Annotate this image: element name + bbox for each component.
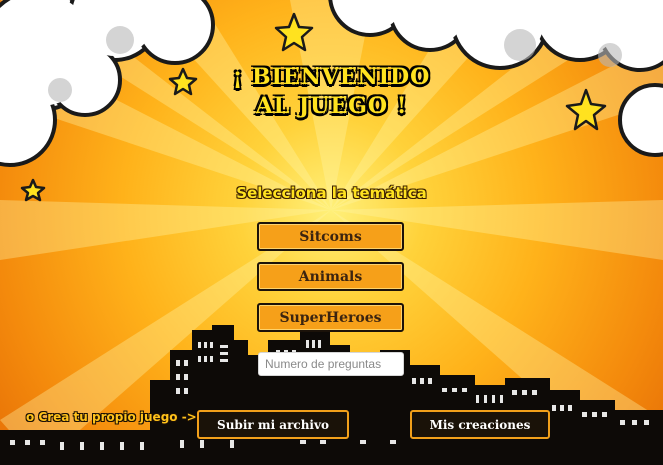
create-own-game-label: o Crea tu propio juego -> [26,410,197,424]
theme-prompt: Selecciona la temática [236,184,427,202]
theme-button-sitcoms[interactable]: Sitcoms [257,222,404,251]
theme-button-superheroes[interactable]: SuperHeroes [257,303,404,332]
theme-button-animals[interactable]: Animals [257,262,404,291]
question-count-input[interactable] [258,352,404,376]
welcome-title-line1: ¡ BIENVENIDO [232,64,431,90]
upload-file-button[interactable]: Subir mi archivo [197,410,349,439]
game-screen: ¡ BIENVENIDO AL JUEGO ! Selecciona la te… [0,0,663,465]
welcome-title-line2: AL JUEGO ! [255,93,408,119]
my-creations-button[interactable]: Mis creaciones [410,410,550,439]
